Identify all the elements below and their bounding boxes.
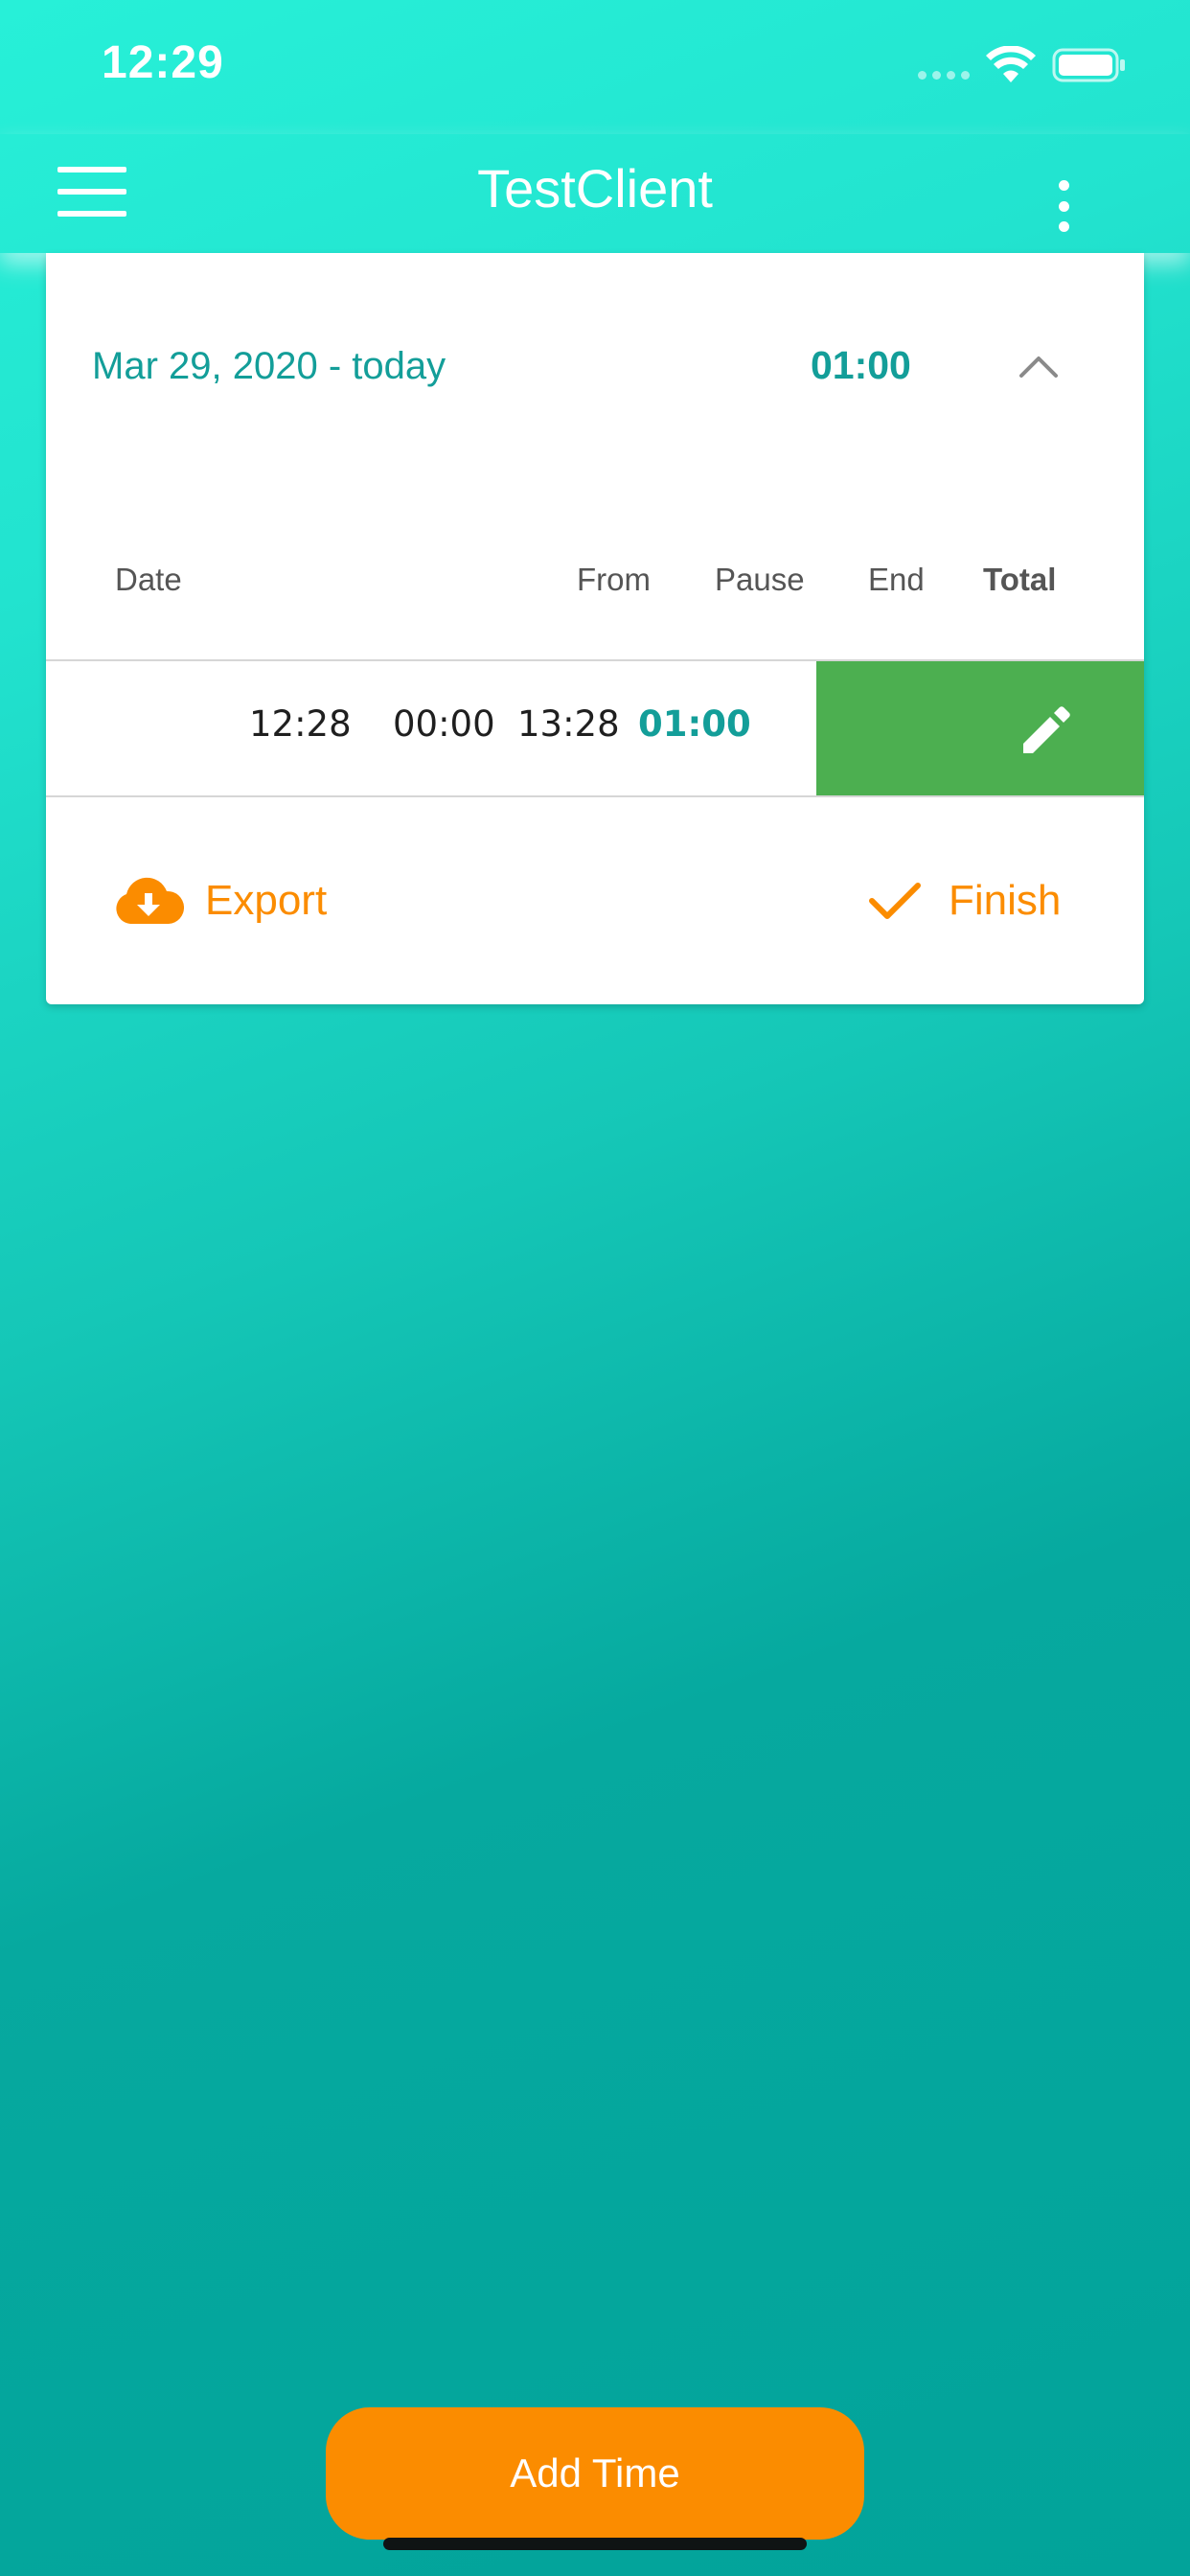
column-header-end: End [868, 562, 925, 597]
cellular-signal-icon [918, 71, 970, 80]
date-range-label[interactable]: Mar 29, 2020 - today [92, 345, 446, 388]
range-total: 01:00 [811, 343, 911, 387]
page-title: TestClient [477, 158, 713, 218]
column-header-total: Total [983, 562, 1057, 597]
chevron-up-icon[interactable] [1016, 353, 1062, 380]
row-total: 01:00 [638, 703, 751, 745]
table-row[interactable]: 12:28 00:00 13:28 01:00 [46, 659, 1144, 797]
add-time-button[interactable]: Add Time [326, 2407, 864, 2540]
export-label: Export [205, 877, 328, 924]
edit-row-button[interactable] [816, 661, 1144, 795]
row-pause: 00:00 [393, 703, 495, 745]
export-button[interactable]: Export [113, 872, 327, 930]
cloud-download-icon [116, 877, 184, 924]
check-icon [869, 883, 921, 919]
more-vertical-icon[interactable] [1054, 180, 1073, 232]
home-indicator [383, 2538, 807, 2550]
finish-button[interactable]: Finish [868, 872, 1061, 930]
column-header-from: From [577, 562, 651, 597]
battery-icon [1052, 48, 1125, 82]
app-header: TestClient [0, 134, 1190, 253]
wifi-icon [986, 46, 1036, 82]
status-bar: 12:29 [0, 0, 1190, 134]
column-header-date: Date [115, 562, 182, 597]
row-end: 13:28 [517, 703, 620, 745]
client-times-card: Mar 29, 2020 - today 01:00 Date From Pau… [46, 253, 1144, 1004]
pencil-icon [1023, 706, 1070, 753]
row-from: 12:28 [249, 703, 352, 745]
column-header-pause: Pause [715, 562, 805, 597]
finish-label: Finish [949, 877, 1062, 924]
status-time: 12:29 [102, 37, 224, 88]
